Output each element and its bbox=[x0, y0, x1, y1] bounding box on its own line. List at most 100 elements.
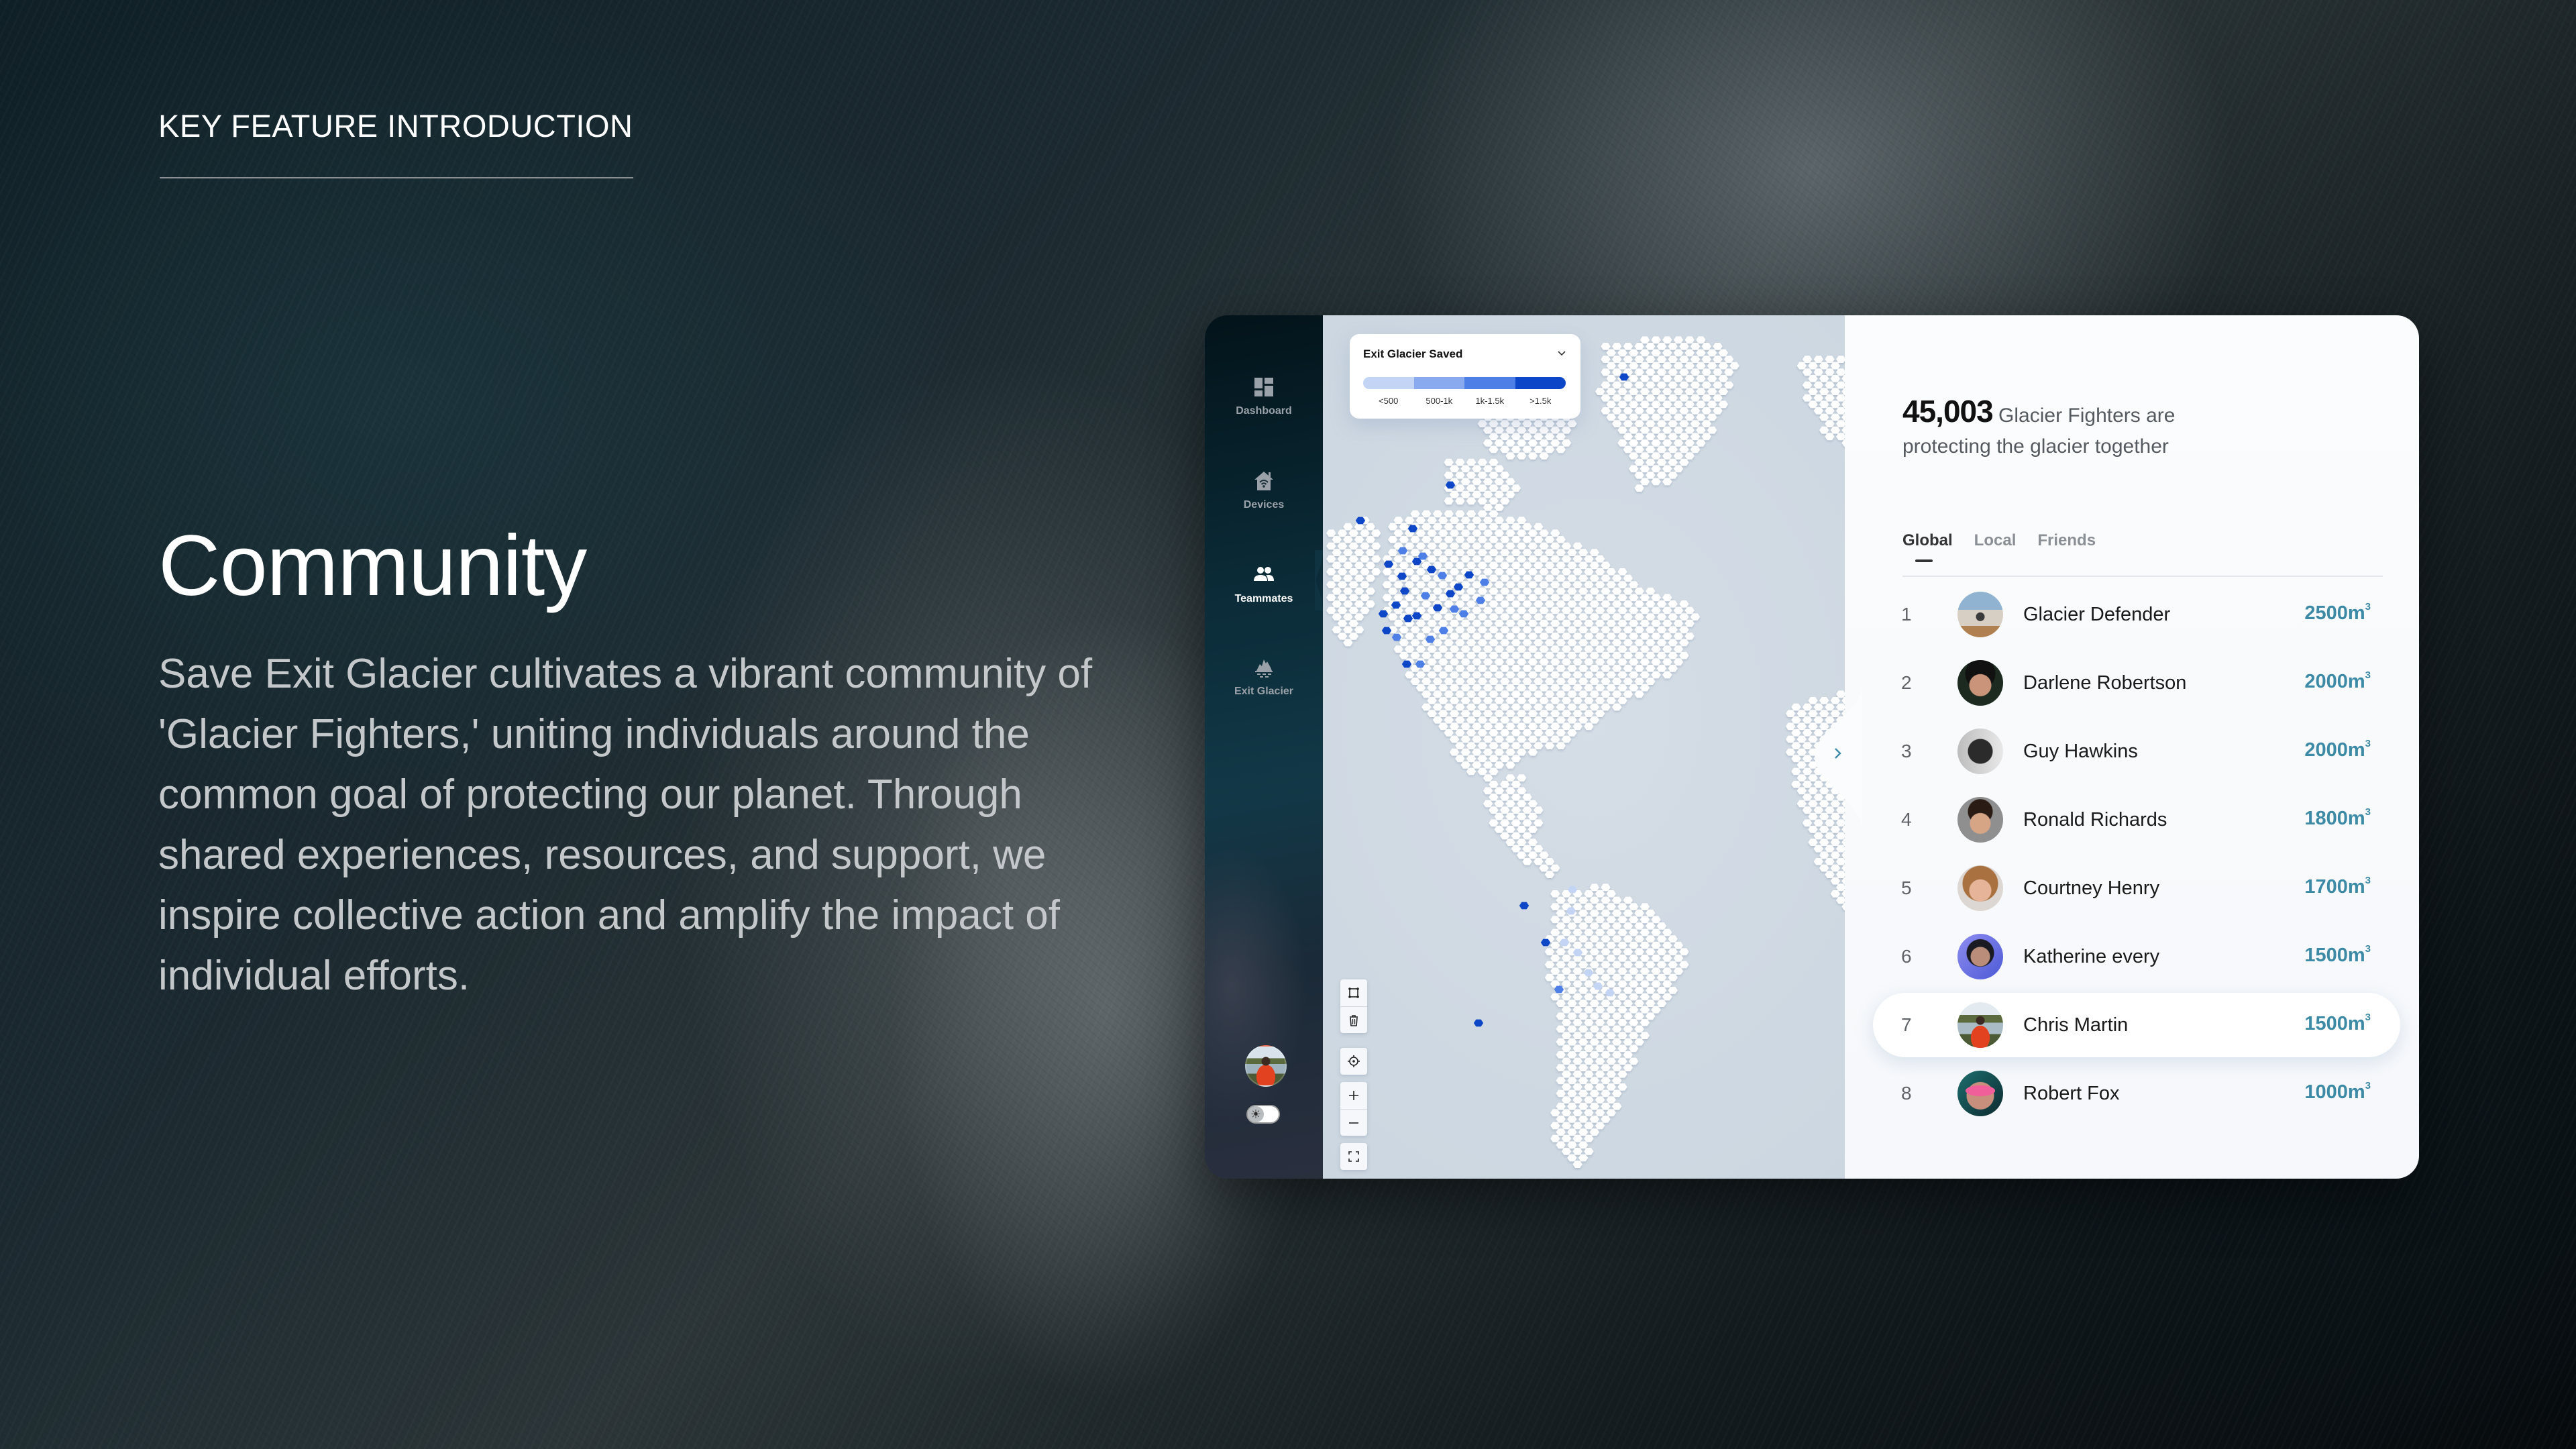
map-hex-cell bbox=[1489, 497, 1499, 505]
map-hex-cell bbox=[1455, 549, 1465, 556]
unit-superscript: 3 bbox=[2365, 738, 2371, 749]
map-hex-cell bbox=[1825, 845, 1835, 853]
sidebar-item-teammates[interactable]: Teammates bbox=[1205, 564, 1323, 605]
map-hex-cell bbox=[1830, 413, 1841, 421]
chevron-right-icon[interactable] bbox=[1830, 745, 1846, 762]
map-hex-cell bbox=[1522, 858, 1532, 865]
sidebar-item-exit-glacier[interactable]: Exit Glacier bbox=[1205, 656, 1323, 698]
map-hex-cell bbox=[1343, 561, 1353, 570]
map-panel[interactable]: Exit Glacier Saved <500 500-1k 1k-1.5k >… bbox=[1323, 315, 1849, 1179]
map-hex-cell bbox=[1629, 606, 1639, 614]
tab-global[interactable]: Global bbox=[1902, 531, 1953, 562]
map-hex-cell bbox=[1365, 549, 1375, 556]
legend-label: >1.5k bbox=[1529, 396, 1552, 406]
feature-title: Community bbox=[158, 518, 587, 614]
map-hex-cell bbox=[1494, 697, 1504, 704]
map-hex-cell bbox=[1483, 465, 1493, 473]
map-hex-cell bbox=[1477, 690, 1487, 698]
map-hex-cell bbox=[1561, 928, 1572, 936]
map-hex-cell bbox=[1455, 510, 1465, 518]
map-hex-highlight[interactable] bbox=[1519, 902, 1529, 910]
map-hex-cell bbox=[1629, 400, 1639, 409]
chevron-down-icon[interactable] bbox=[1555, 346, 1568, 360]
select-area-button[interactable] bbox=[1340, 979, 1367, 1006]
tab-friends[interactable]: Friends bbox=[2037, 531, 2096, 550]
map-hex-cell bbox=[1606, 684, 1616, 692]
map-hex-cell bbox=[1623, 896, 1633, 904]
map-hex-cell bbox=[1494, 619, 1504, 627]
legend-color-scale bbox=[1363, 377, 1566, 389]
map-hex-cell bbox=[1550, 684, 1560, 692]
leaderboard-row[interactable]: 8 Robert Fox 1000m3 bbox=[1873, 1061, 2400, 1126]
map-hex-cell bbox=[1500, 587, 1510, 595]
map-hex-cell bbox=[1651, 671, 1661, 679]
map-hex-cell bbox=[1589, 948, 1599, 956]
map-hex-cell bbox=[1534, 742, 1544, 749]
map-hex-cell bbox=[1460, 542, 1470, 550]
leaderboard-row[interactable]: 6 Katherine every 1500m3 bbox=[1873, 924, 2400, 989]
leaderboard-row[interactable]: 4 Ronald Richards 1800m3 bbox=[1873, 788, 2400, 852]
map-hex-cell bbox=[1646, 356, 1656, 363]
map-hex-cell bbox=[1601, 394, 1611, 402]
map-hex-cell bbox=[1656, 973, 1667, 981]
zoom-out-button[interactable] bbox=[1340, 1109, 1367, 1136]
map-hex-cell bbox=[1410, 510, 1420, 518]
map-hex-cell bbox=[1466, 549, 1477, 556]
map-hex-cell bbox=[1572, 1096, 1582, 1104]
map-hex-cell bbox=[1601, 381, 1611, 389]
sidebar-item-dashboard[interactable]: Dashboard bbox=[1205, 376, 1323, 417]
hex-world-map[interactable] bbox=[1323, 315, 1849, 1179]
sidebar-item-devices[interactable]: Devices bbox=[1205, 470, 1323, 511]
locate-button[interactable] bbox=[1340, 1048, 1367, 1075]
delete-button[interactable] bbox=[1340, 1006, 1367, 1033]
map-hex-cell bbox=[1606, 375, 1616, 382]
map-hex-cell bbox=[1606, 619, 1616, 627]
map-hex-cell bbox=[1802, 381, 1813, 389]
map-hex-cell bbox=[1556, 922, 1566, 930]
map-hex-cell bbox=[1668, 445, 1678, 453]
map-hex-cell bbox=[1527, 800, 1538, 808]
fullscreen-button[interactable] bbox=[1340, 1143, 1367, 1170]
map-hex-cell bbox=[1606, 349, 1616, 357]
map-hex-cell bbox=[1634, 948, 1644, 956]
map-hex-cell bbox=[1595, 1122, 1605, 1130]
map-hex-cell bbox=[1601, 665, 1611, 672]
map-hex-cell bbox=[1360, 581, 1370, 588]
map-hex-cell bbox=[1679, 368, 1689, 376]
map-hex-cell bbox=[1629, 426, 1639, 434]
map-hex-cell bbox=[1673, 955, 1684, 962]
map-hex-cell bbox=[1556, 587, 1566, 595]
map-hex-cell bbox=[1718, 349, 1729, 357]
leaderboard-row[interactable]: 2 Darlene Robertson 2000m3 bbox=[1873, 651, 2400, 715]
map-hex-cell bbox=[1623, 1000, 1633, 1007]
map-hex-cell bbox=[1601, 651, 1611, 659]
map-hex-cell bbox=[1449, 645, 1460, 653]
tab-local[interactable]: Local bbox=[1974, 531, 2017, 550]
map-hex-cell bbox=[1701, 343, 1711, 350]
leaderboard-row[interactable]: 1 Glacier Defender 2500m3 bbox=[1873, 582, 2400, 647]
map-hex-cell bbox=[1534, 665, 1544, 672]
leaderboard-row[interactable]: 7 Chris Martin 1500m3 bbox=[1873, 993, 2400, 1057]
user-name: Courtney Henry bbox=[2023, 877, 2160, 899]
map-hex-cell bbox=[1651, 439, 1661, 447]
map-hex-cell bbox=[1684, 336, 1695, 344]
leaderboard-row[interactable]: 3 Guy Hawkins 2000m3 bbox=[1873, 719, 2400, 784]
map-hex-cell bbox=[1556, 536, 1566, 543]
map-hex-cell bbox=[1656, 651, 1667, 659]
map-hex-cell bbox=[1606, 594, 1616, 602]
map-hex-highlight[interactable] bbox=[1473, 1019, 1484, 1027]
map-hex-cell bbox=[1567, 1000, 1577, 1007]
map-hex-cell bbox=[1517, 426, 1527, 434]
map-hex-cell bbox=[1589, 613, 1599, 621]
map-hex-cell bbox=[1612, 639, 1622, 647]
map-hex-cell bbox=[1544, 716, 1555, 724]
map-hex-cell bbox=[1421, 600, 1432, 608]
leaderboard-row[interactable]: 5 Courtney Henry 1700m3 bbox=[1873, 856, 2400, 920]
map-hex-cell bbox=[1527, 555, 1538, 563]
map-hex-cell bbox=[1483, 710, 1493, 717]
zoom-in-button[interactable] bbox=[1340, 1082, 1367, 1109]
theme-toggle[interactable]: ☀ bbox=[1246, 1105, 1280, 1124]
user-avatar[interactable] bbox=[1245, 1045, 1287, 1087]
user-avatar bbox=[1957, 1071, 2003, 1116]
map-hex-cell bbox=[1449, 529, 1460, 537]
